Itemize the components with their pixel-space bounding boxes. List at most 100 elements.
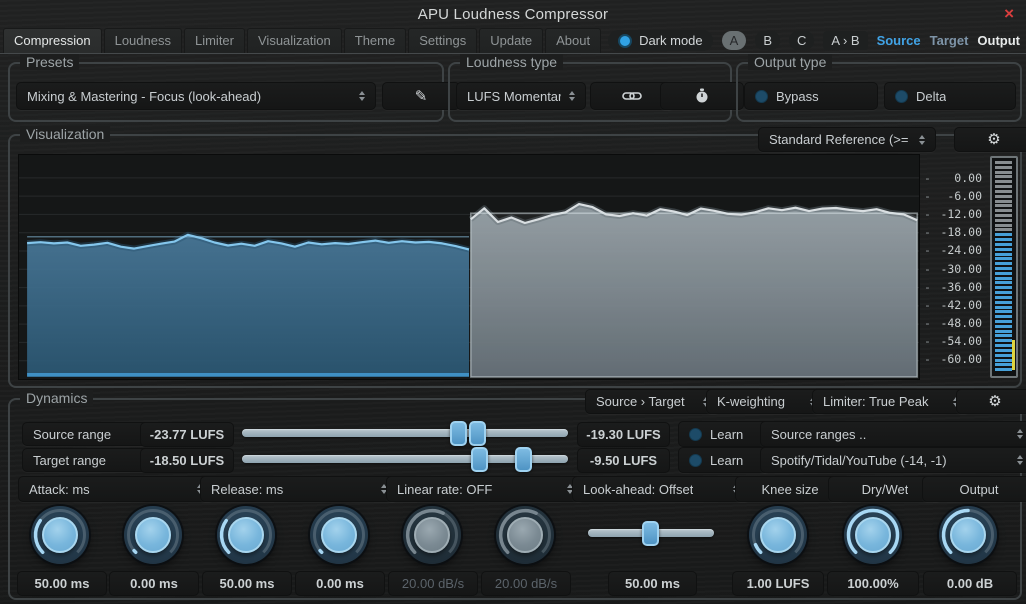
output-gain-value[interactable]: 0.00 dB <box>923 571 1017 596</box>
source-ranges-select[interactable]: Source ranges .. <box>760 421 1026 447</box>
bypass-toggle[interactable]: Bypass <box>744 82 878 110</box>
mode-select[interactable]: Source › Target <box>585 389 720 414</box>
tab-strip: Compression Loudness Limiter Visualization T… <box>3 28 602 53</box>
target-range-handle-high[interactable] <box>514 447 532 472</box>
slot-a-button[interactable]: A <box>721 31 747 50</box>
titlebar: APU Loudness Compressor × <box>0 0 1026 28</box>
loudness-graph[interactable] <box>18 154 920 380</box>
release-alt-value[interactable]: 0.00 ms <box>295 571 385 596</box>
spinner-icon[interactable] <box>1009 455 1023 465</box>
knee-size-knob[interactable] <box>749 506 807 564</box>
scale-tick: - -36.00 <box>924 279 982 294</box>
preset-select[interactable]: Mixing & Mastering - Focus (look-ahead) <box>16 82 376 110</box>
meter-segment <box>995 329 1012 333</box>
slot-b-button[interactable]: B <box>755 31 780 50</box>
source-range-low-value[interactable]: -23.77 LUFS <box>140 422 234 447</box>
scale-tick: -0.00 <box>924 171 982 185</box>
attack-alt-value[interactable]: 0.00 ms <box>109 571 199 596</box>
weighting-select[interactable]: K-weighting <box>706 389 827 414</box>
dark-mode-toggle[interactable]: Dark mode <box>608 30 713 51</box>
level-meter <box>990 156 1018 378</box>
tab-update[interactable]: Update <box>479 28 544 53</box>
target-range-high-value[interactable]: -9.50 LUFS <box>577 448 670 473</box>
slot-c-button[interactable]: C <box>788 31 815 50</box>
scale-tick: - -18.00 <box>924 225 982 240</box>
tab-about[interactable]: About <box>545 28 602 53</box>
source-range-handle-high[interactable] <box>469 421 487 446</box>
target-range-low-value[interactable]: -18.50 LUFS <box>140 448 234 473</box>
copy-a-to-b-button[interactable]: A › B <box>823 31 868 50</box>
tab-theme[interactable]: Theme <box>343 28 407 53</box>
linear-attack-rate-knob <box>403 506 461 564</box>
meter-segment <box>995 252 1012 256</box>
spinner-icon[interactable] <box>373 484 387 494</box>
spinner-icon[interactable] <box>561 91 575 101</box>
tab-loudness[interactable]: Loudness <box>103 28 182 53</box>
tab-visualization[interactable]: Visualization <box>247 28 342 53</box>
control-header-release-ms[interactable]: Release: ms <box>200 476 398 502</box>
meter-segment <box>995 199 1012 203</box>
spinner-icon[interactable] <box>911 134 925 145</box>
delta-toggle[interactable]: Delta <box>884 82 1016 110</box>
control-header-output[interactable]: Output <box>922 476 1026 502</box>
release-value[interactable]: 50.00 ms <box>202 571 292 596</box>
spinner-icon[interactable] <box>1009 429 1023 439</box>
meter-segment <box>995 300 1012 304</box>
meter-segment <box>995 214 1012 217</box>
loudness-type-select[interactable]: LUFS Momentary <box>456 82 586 110</box>
timer-button[interactable] <box>660 82 744 110</box>
spinner-icon[interactable] <box>559 484 573 494</box>
monitor-output-button[interactable]: Output <box>977 33 1020 48</box>
tab-compression[interactable]: Compression <box>3 28 102 53</box>
source-range-slider[interactable] <box>242 421 568 446</box>
source-range-handle-low[interactable] <box>449 421 467 446</box>
dry-wet-knob[interactable] <box>844 506 902 564</box>
meter-segment <box>995 315 1012 319</box>
bypass-radio-icon[interactable] <box>755 89 768 103</box>
scale-tick: - -42.00 <box>924 297 982 312</box>
target-range-handle-low[interactable] <box>470 447 488 472</box>
limiter-select[interactable]: Limiter: True Peak <box>812 389 970 414</box>
meter-segment <box>995 209 1012 213</box>
visualization-settings-button[interactable]: ⚙ <box>954 127 1026 152</box>
target-range-slider[interactable] <box>242 447 568 472</box>
meter-segment <box>995 291 1012 295</box>
knob-cap <box>414 517 450 553</box>
source-learn-toggle[interactable]: Learn <box>678 421 770 447</box>
reference-select[interactable]: Standard Reference (>= -60) <box>758 127 936 152</box>
lookahead-slider[interactable] <box>588 521 714 546</box>
meter-segment <box>995 194 1012 198</box>
attack-value[interactable]: 50.00 ms <box>17 571 107 596</box>
dry-wet-value[interactable]: 100.00% <box>827 571 919 596</box>
release-knob[interactable] <box>217 506 275 564</box>
learn-radio-icon[interactable] <box>689 427 702 441</box>
learn-radio-icon[interactable] <box>689 453 702 467</box>
control-header-look-ahead-offset[interactable]: Look-ahead: Offset <box>572 476 750 502</box>
meter-segment <box>995 228 1012 232</box>
release-alt-knob[interactable] <box>310 506 368 564</box>
tab-limiter[interactable]: Limiter <box>183 28 245 53</box>
stopwatch-icon <box>696 88 708 103</box>
knee-size-value[interactable]: 1.00 LUFS <box>732 571 824 596</box>
spinner-icon[interactable] <box>351 91 365 101</box>
meter-segment <box>995 267 1012 270</box>
monitor-target-button[interactable]: Target <box>930 33 969 48</box>
target-learn-toggle[interactable]: Learn <box>678 447 770 473</box>
control-header-linear-rate-off[interactable]: Linear rate: OFF <box>386 476 584 502</box>
close-icon[interactable]: × <box>1004 4 1014 24</box>
target-ranges-select[interactable]: Spotify/Tidal/YouTube (-14, -1) <box>760 447 1026 473</box>
lookahead-handle[interactable] <box>642 521 660 546</box>
meter-segment <box>995 170 1012 174</box>
output-gain-knob[interactable] <box>939 506 997 564</box>
attack-alt-knob[interactable] <box>124 506 182 564</box>
tab-settings[interactable]: Settings <box>408 28 478 53</box>
delta-radio-icon[interactable] <box>895 89 908 103</box>
source-range-high-value[interactable]: -19.30 LUFS <box>577 422 670 447</box>
control-header-attack-ms[interactable]: Attack: ms <box>18 476 214 502</box>
dynamics-settings-button[interactable]: ⚙ <box>956 389 1026 414</box>
attack-knob[interactable] <box>31 506 89 564</box>
monitor-source-button[interactable]: Source <box>877 33 921 48</box>
dark-mode-radio-icon[interactable] <box>618 33 633 48</box>
window-title: APU Loudness Compressor <box>417 6 609 23</box>
lookahead-value[interactable]: 50.00 ms <box>608 571 697 596</box>
